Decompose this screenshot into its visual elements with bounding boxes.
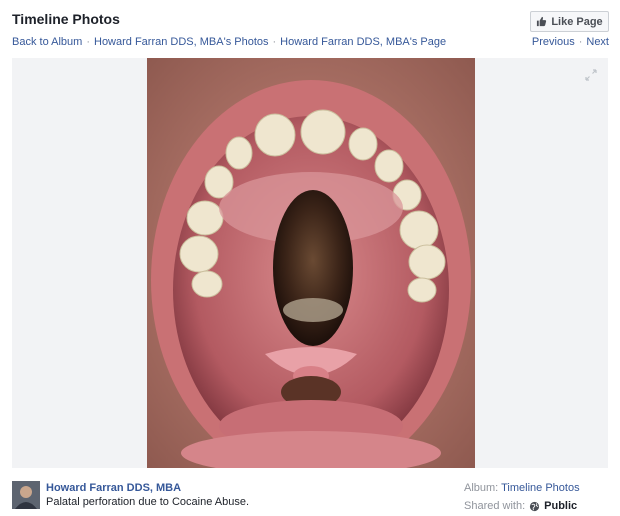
album-info: Album: Timeline Photos [464, 482, 580, 494]
author-name-link[interactable]: Howard Farran DDS, MBA [46, 482, 181, 494]
like-page-label: Like Page [551, 15, 603, 28]
globe-icon [530, 501, 540, 511]
photo-caption: Palatal perforation due to Cocaine Abuse… [46, 496, 250, 508]
author-page-link[interactable]: Howard Farran DDS, MBA's Page [280, 36, 446, 48]
previous-link[interactable]: Previous [532, 36, 575, 48]
album-label: Album: [464, 482, 499, 494]
next-link[interactable]: Next [586, 36, 609, 48]
author-avatar[interactable] [12, 481, 40, 509]
photo-navigation: Previous · Next [532, 36, 609, 48]
privacy-info: Shared with: Public [464, 500, 577, 512]
mouth-photo [147, 58, 475, 468]
photo-header: Timeline Photos Like Page Back to Album ·… [0, 0, 620, 58]
nav-separator: · [578, 36, 583, 48]
photo[interactable] [147, 58, 475, 468]
author-photos-link[interactable]: Howard Farran DDS, MBA's Photos [94, 36, 269, 48]
photo-stage [12, 58, 608, 468]
shared-label: Shared with: [464, 500, 526, 512]
shared-value: Public [544, 500, 578, 512]
breadcrumb: Back to Album · Howard Farran DDS, MBA's P… [12, 36, 446, 48]
page-title: Timeline Photos [12, 11, 120, 27]
album-link[interactable]: Timeline Photos [501, 482, 579, 494]
expand-icon[interactable] [585, 69, 597, 81]
thumbs-up-icon [537, 16, 547, 27]
breadcrumb-separator: · [86, 36, 90, 48]
breadcrumb-separator: · [272, 36, 277, 48]
back-to-album-link[interactable]: Back to Album [12, 36, 82, 48]
avatar-image [12, 481, 40, 509]
like-page-button[interactable]: Like Page [530, 11, 609, 32]
photo-footer: Howard Farran DDS, MBA Palatal perforati… [0, 470, 620, 516]
